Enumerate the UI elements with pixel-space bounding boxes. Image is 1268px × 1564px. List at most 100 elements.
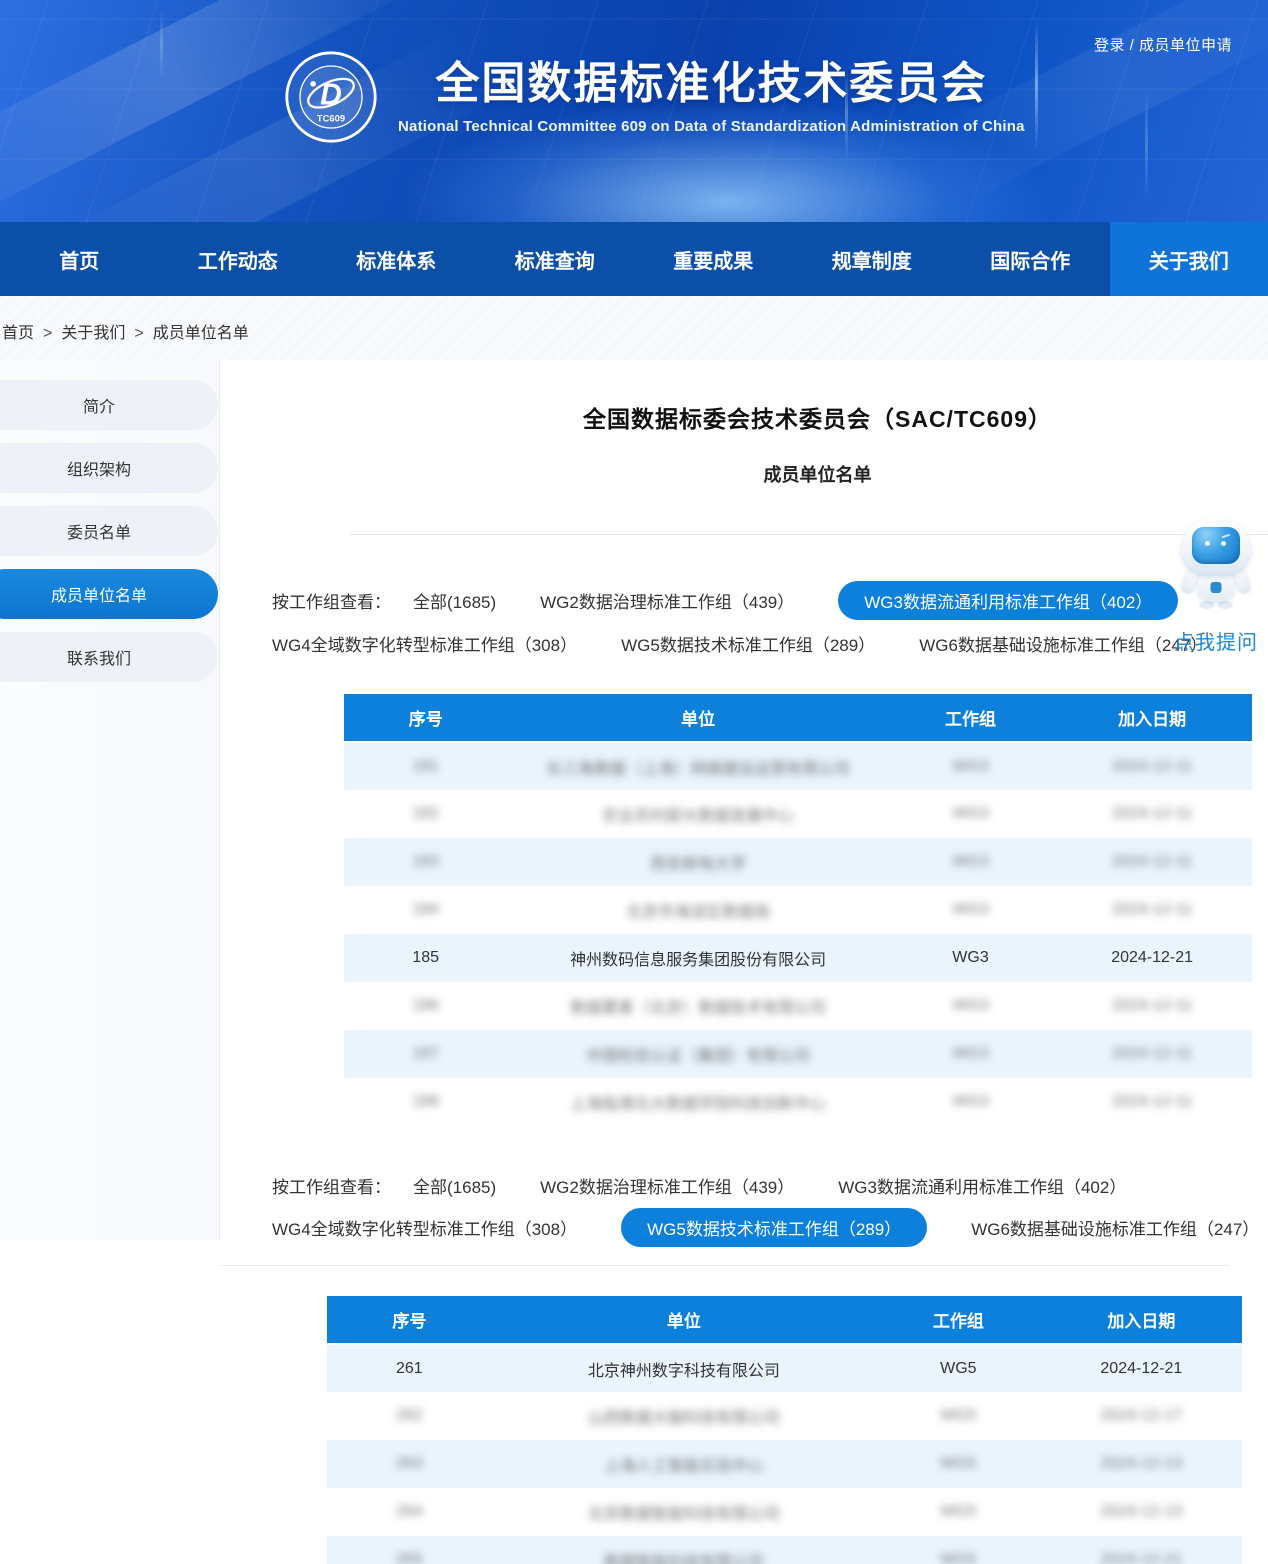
cell-value: WG5 — [940, 1551, 976, 1564]
table-header-row: 序号单位工作组加入日期 — [344, 694, 1252, 742]
cell-value: 2024-12-21 — [1111, 949, 1193, 966]
cell-value: 神州数码信息服务集团股份有限公司 — [570, 952, 826, 969]
sidebar-item-1[interactable]: 简介 — [0, 380, 218, 430]
filter-option-wg6[interactable]: WG6数据基础设施标准工作组（247） — [971, 1209, 1259, 1246]
member-row: 188上海临港北大数据学院科技创新中心WG32024-12-11 — [344, 1078, 1252, 1126]
cell-value: WG5 — [940, 1407, 976, 1425]
col-header-2: 单位 — [507, 694, 888, 742]
cell-value: 185 — [412, 949, 439, 966]
member-table-2: 序号单位工作组加入日期 261 北京神州数字科技有限公司 WG5 2024-12-21 2… — [327, 1296, 1242, 1564]
cell-value: 2024-12-11 — [1112, 758, 1193, 776]
robot-eye — [1221, 541, 1226, 546]
page-head: 全国数据标委会技术委员会（SAC/TC609） 成员单位名单 — [220, 400, 1268, 535]
tc609-logo: D TC609 — [284, 50, 378, 144]
nav-item-2[interactable]: 工作动态 — [159, 222, 318, 296]
sidebar: 简介组织架构委员名单成员单位名单联系我们 — [0, 360, 220, 1240]
filter-row-2: WG4全域数字化转型标准工作组（308） WG5数据技术标准工作组（289） WG6… — [272, 624, 1268, 662]
assistant-widget[interactable]: 点我提问 — [1166, 518, 1266, 655]
site-banner: 登录 / 成员单位申请 D TC609 全国数据标准化技术委员会 Nationa… — [0, 0, 1268, 222]
cell-value: 2024-12-13 — [1100, 1503, 1182, 1521]
cell-value: 长三角数据（上海）网络建设运营有限公司 — [546, 755, 850, 779]
filter-option-wg3[interactable]: WG3数据流通利用标准工作组（402） — [838, 581, 1178, 620]
breadcrumb: 首页>关于我们>成员单位名单 — [0, 296, 1268, 360]
col-header-3: 工作组 — [876, 1296, 1041, 1344]
filter-option-wg2[interactable]: WG2数据治理标准工作组（439） — [540, 582, 794, 619]
site-title: 全国数据标准化技术委员会 — [435, 59, 987, 110]
filter-row-1: 按工作组查看： 全部(1685) WG2数据治理标准工作组（439） WG3数据流通利… — [272, 581, 1268, 620]
cell-value: 261 — [396, 1360, 423, 1377]
breadcrumb-item-2[interactable]: 关于我们 — [61, 325, 125, 342]
sidebar-item-4[interactable]: 成员单位名单 — [0, 569, 218, 619]
nav-item-6[interactable]: 规章制度 — [793, 222, 952, 296]
filter-label: 按工作组查看： — [272, 588, 391, 613]
sidebar-item-5[interactable]: 联系我们 — [0, 632, 218, 682]
filter-option-wg2[interactable]: WG2数据治理标准工作组（439） — [540, 1167, 794, 1204]
filter-option-wg4[interactable]: WG4全域数字化转型标准工作组（308） — [272, 1209, 577, 1246]
filter-option-wg5[interactable]: WG5数据技术标准工作组（289） — [621, 625, 875, 662]
robot-head — [1182, 518, 1250, 574]
member-row: 263上海人工智能实验中心WG52024-12-13 — [327, 1440, 1242, 1488]
cell-value: 262 — [396, 1407, 423, 1425]
member-row: 182农业农村部大数据发展中心WG32024-12-11 — [344, 790, 1252, 838]
table-header-row: 序号单位工作组加入日期 — [327, 1296, 1242, 1344]
cell-value: 2024-12-11 — [1112, 1045, 1193, 1063]
col-header-1: 序号 — [344, 694, 507, 742]
breadcrumb-item-1[interactable]: 首页 — [2, 325, 34, 342]
cell-value: 263 — [396, 1455, 423, 1473]
breadcrumb-separator: > — [134, 325, 143, 342]
cell-value: WG5 — [940, 1455, 976, 1473]
cell-value: WG3 — [952, 853, 988, 871]
cell-value: 山西数据大脑科技有限公司 — [588, 1404, 780, 1428]
cell-value: WG3 — [952, 805, 988, 823]
nav-item-8[interactable]: 关于我们 — [1110, 222, 1268, 296]
page-subtitle: 成员单位名单 — [300, 461, 1268, 487]
main-content: 全国数据标委会技术委员会（SAC/TC609） 成员单位名单 按工作组查看： 全部… — [220, 360, 1268, 1564]
ask-me-label[interactable]: 点我提问 — [1166, 626, 1266, 655]
member-row: 187中国检验认证（集团）有限公司WG32024-12-11 — [344, 1030, 1252, 1078]
filter-option-wg4[interactable]: WG4全域数字化转型标准工作组（308） — [272, 625, 577, 662]
filter-option-wg6[interactable]: WG6数据基础设施标准工作组（247） — [919, 625, 1207, 662]
cell-value: 184 — [412, 901, 439, 919]
cell-value: 2024-12-21 — [1100, 1360, 1182, 1377]
banner-streak-decor — [1145, 90, 1148, 200]
cell-value: 187 — [412, 1045, 439, 1063]
col-header-4: 加入日期 — [1041, 1296, 1242, 1344]
nav-item-3[interactable]: 标准体系 — [317, 222, 476, 296]
filter-option-all[interactable]: 全部(1685) — [413, 582, 496, 619]
member-row: 185神州数码信息服务集团股份有限公司WG32024-12-21 — [344, 934, 1252, 982]
nav-item-4[interactable]: 标准查询 — [476, 222, 635, 296]
sidebar-item-3[interactable]: 委员名单 — [0, 506, 218, 556]
filter-row-1: 按工作组查看：全部(1685)WG2数据治理标准工作组（439）WG3数据流通利… — [272, 1166, 1230, 1204]
cell-value: 186 — [412, 997, 439, 1015]
cell-value: 数据要素（北京）数据技术有限公司 — [570, 994, 826, 1018]
content-wrap: 简介组织架构委员名单成员单位名单联系我们 全国数据标委会技术委员会（SAC/TC… — [0, 360, 1268, 1564]
col-header-3: 工作组 — [889, 694, 1052, 742]
cell-value: 2024-12-11 — [1112, 901, 1193, 919]
cell-value: 2024-12-11 — [1112, 997, 1193, 1015]
filter-option-all[interactable]: 全部(1685) — [413, 1167, 496, 1204]
sidebar-item-2[interactable]: 组织架构 — [0, 443, 218, 493]
banner-streak-decor — [160, 10, 163, 80]
cell-value: 北京市海淀区数据局 — [626, 898, 770, 922]
cell-value: 182 — [412, 805, 439, 823]
cell-value: 北京数据智能科技有限公司 — [588, 1500, 780, 1524]
cell-value: WG5 — [940, 1503, 976, 1521]
nav-item-1[interactable]: 首页 — [0, 222, 159, 296]
member-row: 183西安邮电大学WG32024-12-11 — [344, 838, 1252, 886]
filter-row-2: WG4全域数字化转型标准工作组（308）WG5数据技术标准工作组（289）WG6… — [272, 1208, 1230, 1247]
breadcrumb-item-3[interactable]: 成员单位名单 — [153, 325, 249, 342]
filter-option-wg5[interactable]: WG5数据技术标准工作组（289） — [621, 1208, 927, 1247]
col-header-2: 单位 — [492, 1296, 876, 1344]
cell-value: 北京神州数字科技有限公司 — [588, 1363, 780, 1380]
cell-value: 西安邮电大学 — [650, 850, 746, 874]
cell-value: WG3 — [952, 901, 988, 919]
site-subtitle: National Technical Committee 609 on Data… — [398, 118, 1025, 135]
cell-value: 181 — [412, 758, 439, 776]
filter-option-wg3[interactable]: WG3数据流通利用标准工作组（402） — [838, 1167, 1126, 1204]
member-row: 265数据智能科技有限公司WG52024-12-21 — [327, 1536, 1242, 1564]
robot-mascot-icon[interactable] — [1179, 518, 1253, 610]
nav-item-5[interactable]: 重要成果 — [634, 222, 793, 296]
nav-item-7[interactable]: 国际合作 — [951, 222, 1110, 296]
cell-value: 183 — [412, 853, 439, 871]
login-member-apply-link[interactable]: 登录 / 成员单位申请 — [1094, 34, 1232, 55]
